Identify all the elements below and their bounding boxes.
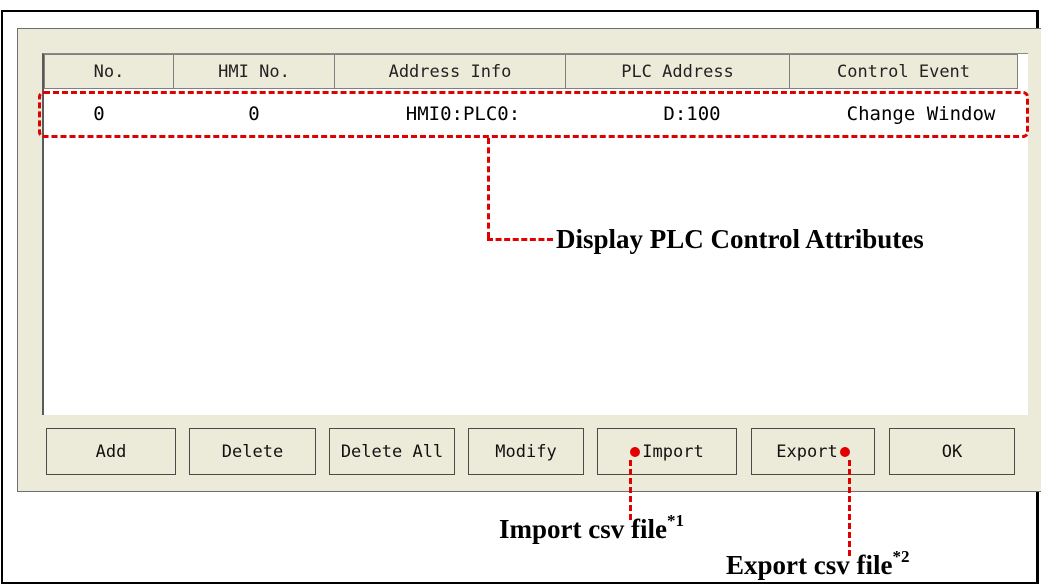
import-csv-text: Import csv file xyxy=(499,514,667,544)
column-header-control-event[interactable]: Control Event xyxy=(790,54,1018,89)
import-csv-annotation: Import csv file*1 xyxy=(499,511,684,545)
delete-all-button[interactable]: Delete All xyxy=(329,428,455,475)
column-header-no[interactable]: No. xyxy=(44,54,174,89)
import-connector xyxy=(629,460,632,520)
export-button-label: Export xyxy=(776,441,838,462)
add-button[interactable]: Add xyxy=(46,428,176,475)
display-connector-horizontal xyxy=(487,238,553,241)
import-footnote-marker: *1 xyxy=(666,511,684,530)
column-header-address-info[interactable]: Address Info xyxy=(335,54,566,89)
export-csv-text: Export csv file xyxy=(726,550,893,580)
export-csv-annotation: Export csv file*2 xyxy=(726,547,910,581)
delete-button[interactable]: Delete xyxy=(189,428,316,475)
export-connector xyxy=(848,460,851,556)
ok-button[interactable]: OK xyxy=(889,428,1015,475)
display-connector-vertical xyxy=(487,138,490,238)
list-header: No. HMI No. Address Info PLC Address Con… xyxy=(44,54,1018,89)
export-marker-dot xyxy=(839,446,850,457)
import-marker-dot xyxy=(630,446,641,457)
column-header-hmi-no[interactable]: HMI No. xyxy=(174,54,335,89)
modify-button[interactable]: Modify xyxy=(468,428,584,475)
export-button[interactable]: Export xyxy=(751,428,875,475)
import-button[interactable]: Import xyxy=(597,428,737,475)
display-attributes-annotation: Display PLC Control Attributes xyxy=(556,224,924,254)
import-button-label: Import xyxy=(642,441,704,462)
row-highlight-outline xyxy=(38,91,1029,138)
export-footnote-marker: *2 xyxy=(892,547,910,566)
column-header-plc-address[interactable]: PLC Address xyxy=(566,54,790,89)
